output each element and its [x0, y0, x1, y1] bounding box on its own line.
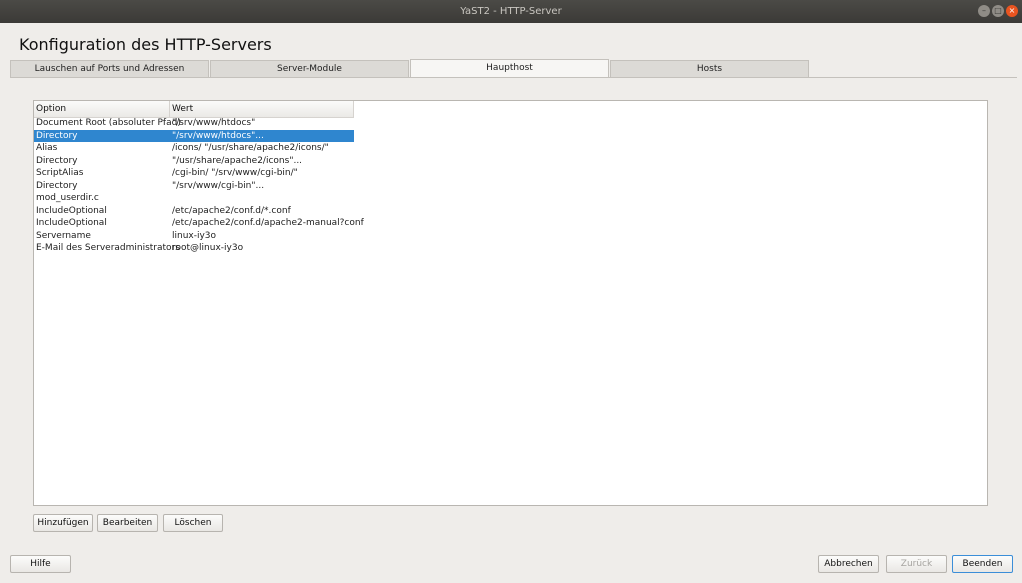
value-cell: "/srv/www/htdocs"... [172, 130, 264, 141]
value-cell: "/srv/www/htdocs" [172, 118, 256, 128]
close-icon[interactable]: × [1006, 5, 1018, 17]
option-cell: Document Root (absoluter Pfad) [36, 118, 181, 128]
value-cell: root@linux-iy3o [172, 243, 244, 253]
table-row[interactable]: E-Mail des Serveradministrators root@linu… [34, 242, 354, 255]
table-row[interactable]: Alias/icons/ "/usr/share/apache2/icons/" [34, 142, 354, 155]
option-cell: mod_userdir.c [36, 193, 99, 203]
column-header-option[interactable]: Option [34, 101, 170, 117]
add-button[interactable]: Hinzufügen [33, 514, 93, 532]
cancel-button[interactable]: Abbrechen [818, 555, 879, 573]
table-row-selected[interactable]: Directory "/srv/www/htdocs"... [34, 129, 354, 142]
tab-ports[interactable]: Lauschen auf Ports und Adressen [10, 60, 209, 77]
value-cell: "/srv/www/cgi-bin"... [172, 180, 265, 191]
table-header: Option Wert [34, 101, 354, 118]
maximize-icon[interactable]: □ [992, 5, 1004, 17]
option-cell: E-Mail des Serveradministrators [36, 243, 180, 253]
option-cell: Directory [36, 130, 78, 141]
option-cell: Servername [36, 230, 91, 241]
help-button[interactable]: Hilfe [10, 555, 71, 573]
option-cell: IncludeOptional [36, 218, 107, 228]
value-cell: /cgi-bin/ "/srv/www/cgi-bin/" [172, 168, 298, 178]
option-cell: Directory [36, 155, 78, 166]
back-button[interactable]: Zurück [886, 555, 947, 573]
column-header-value[interactable]: Wert [170, 101, 354, 117]
window-title: YaST2 - HTTP-Server [460, 6, 562, 17]
table-row[interactable]: IncludeOptional/etc/apache2/conf.d/*.con… [34, 205, 354, 218]
tab-hosts[interactable]: Hosts [610, 60, 809, 77]
tab-main-host[interactable]: Haupthost [410, 59, 609, 78]
table-row[interactable]: ScriptAlias/cgi-bin/ "/srv/www/cgi-bin/" [34, 167, 354, 180]
value-cell: /etc/apache2/conf.d/*.conf [172, 205, 291, 216]
table-row[interactable]: Servername linux-iy3o [34, 230, 354, 243]
table-row[interactable]: IncludeOptional/etc/apache2/conf.d/apach… [34, 217, 364, 230]
table-row[interactable]: Directory "/srv/www/cgi-bin"... [34, 180, 354, 193]
edit-button[interactable]: Bearbeiten [97, 514, 158, 532]
table-row[interactable]: Document Root (absoluter Pfad) "/srv/www/… [34, 117, 354, 130]
tab-server-modules[interactable]: Server-Module [210, 60, 409, 77]
value-cell: /etc/apache2/conf.d/apache2-manual?conf [172, 218, 364, 228]
options-table[interactable]: Option Wert Document Root (absoluter Pfa… [33, 100, 988, 506]
table-body: Document Root (absoluter Pfad) "/srv/www/… [34, 117, 364, 255]
value-cell: linux-iy3o [172, 230, 217, 241]
option-cell: Alias [36, 143, 58, 153]
page-title: Konfiguration des HTTP-Servers [19, 35, 272, 54]
value-cell: "/usr/share/apache2/icons"... [172, 155, 303, 166]
tab-divider [10, 77, 1017, 78]
finish-button[interactable]: Beenden [952, 555, 1013, 573]
option-cell: ScriptAlias [36, 168, 84, 178]
delete-button[interactable]: Löschen [163, 514, 223, 532]
table-row[interactable]: mod_userdir.c [34, 192, 354, 205]
value-cell: /icons/ "/usr/share/apache2/icons/" [172, 143, 329, 153]
option-cell: Directory [36, 180, 78, 191]
minimize-icon[interactable]: – [978, 5, 990, 17]
option-cell: IncludeOptional [36, 205, 107, 216]
window-titlebar: YaST2 - HTTP-Server – □ × [0, 0, 1022, 23]
table-row[interactable]: Directory "/usr/share/apache2/icons"... [34, 155, 354, 168]
